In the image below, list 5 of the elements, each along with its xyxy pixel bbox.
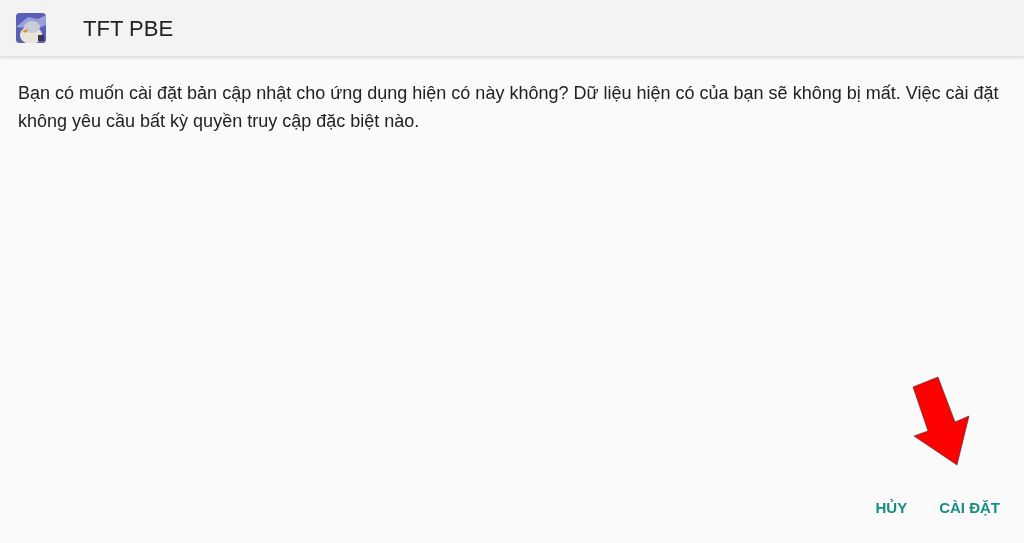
app-icon [16,13,46,43]
app-title: TFT PBE [83,14,174,43]
dialog-button[interactable]: HỦY [863,490,920,525]
dialog-button[interactable]: CÀI ĐẶT [927,490,1012,525]
message-text: Bạn có muốn cài đặt bản cập nhật cho ứng dụng hiện có này không? Dữ liệu hiện có của bạn sẽ không bị mất. Việc cài đặt không yêu cầu bất kỳ quyền truy cập đặc biệt nào. [18,82,1000,133]
